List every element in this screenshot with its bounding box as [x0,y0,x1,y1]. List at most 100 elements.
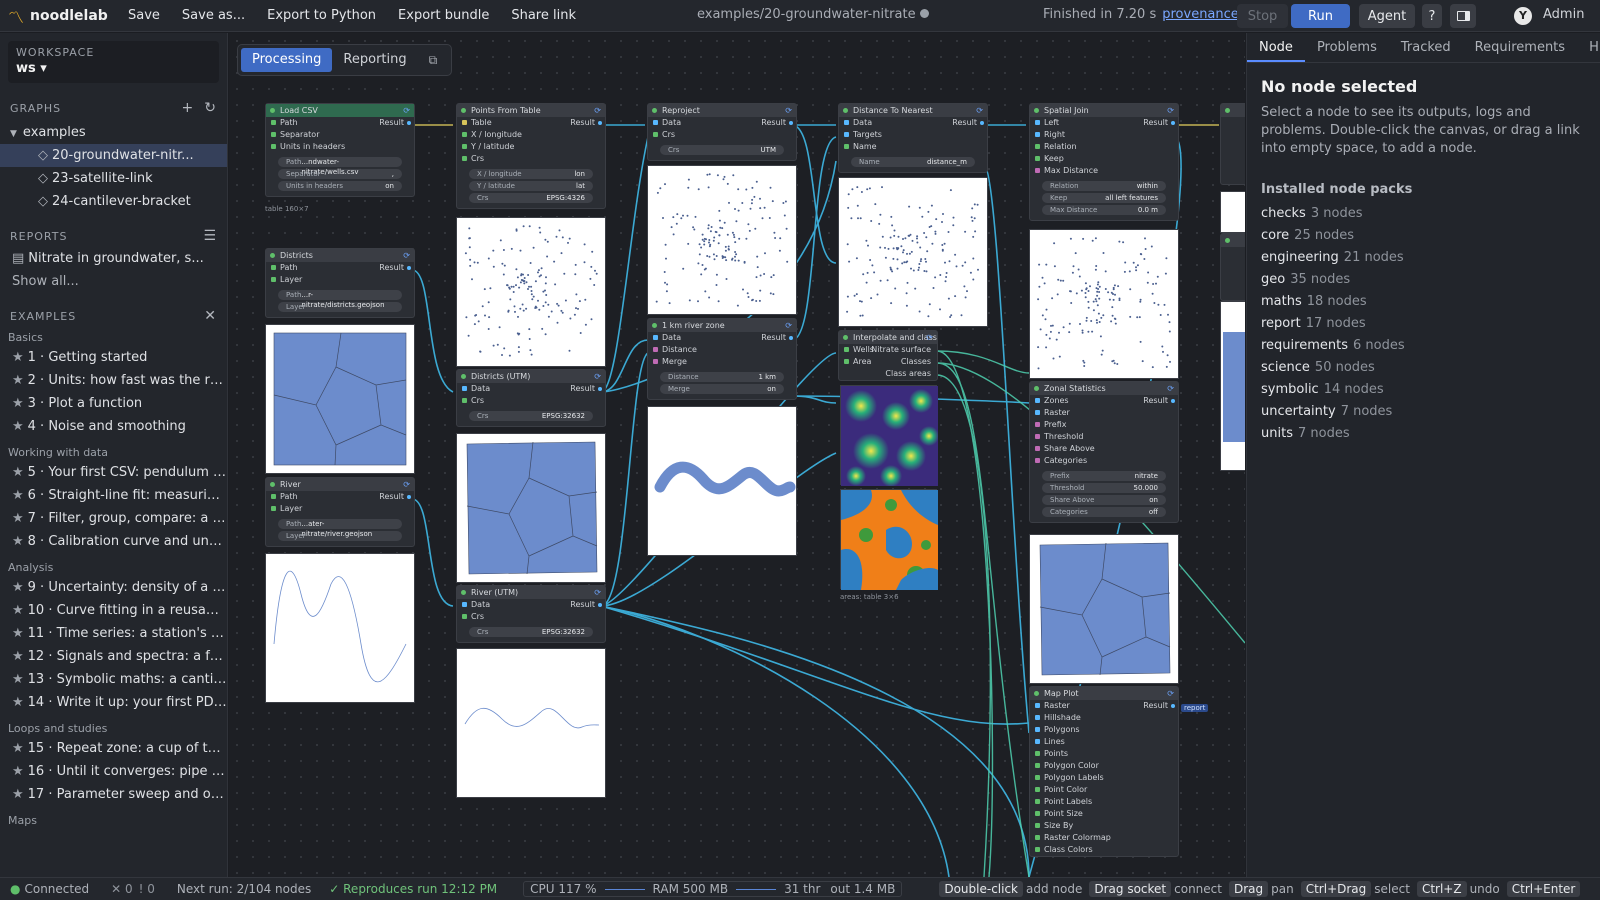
example-item[interactable]: ★ 12 · Signals and spectra: a fa... [0,645,227,668]
node-header[interactable]: Interpolate and class ⟳ [839,331,937,344]
node-port[interactable]: Left Result [1030,117,1178,129]
node-header[interactable] [1221,234,1245,247]
node-header[interactable]: 1 km river zone ⟳ [648,319,796,332]
node-port[interactable]: Path Result [266,117,414,129]
node-port[interactable]: Point Size [1030,808,1178,820]
node-pack-item[interactable]: maths 18 nodes [1261,291,1586,313]
node-offscreen[interactable] [1220,103,1245,185]
sync-icon[interactable]: ⟳ [594,370,601,383]
example-item[interactable]: ★ 4 · Noise and smoothing [0,415,227,438]
node-pack-item[interactable]: units 7 nodes [1261,423,1586,445]
node-pack-item[interactable]: checks 3 nodes [1261,203,1586,225]
add-graph-icon[interactable]: + [182,100,195,116]
node-port[interactable]: Data Result [648,117,796,129]
example-item[interactable]: ★ 1 · Getting started [0,346,227,369]
sync-icon[interactable]: ⟳ [1167,104,1174,117]
node-field[interactable]: Crs EPSG:4326 [469,193,593,203]
node-port[interactable]: Targets [839,129,987,141]
example-item[interactable]: ★ 16 · Until it converges: pipe fr... [0,760,227,783]
node-field[interactable]: Crs EPSG:32632 [469,411,593,421]
node-interpolate-and-class[interactable]: Interpolate and class ⟳ Wells Nitrate surf… [838,330,938,381]
node-header[interactable]: River (UTM) ⟳ [457,586,605,599]
node-districts[interactable]: Districts ⟳ Path Result Layer Path ...r-nit… [265,248,415,318]
example-item[interactable]: ★ 2 · Units: how fast was the run? [0,369,227,392]
node-port[interactable]: Polygon Color [1030,760,1178,772]
node-toggle[interactable]: Merge on [660,384,784,394]
node-field[interactable]: Crs EPSG:32632 [469,627,593,637]
tree-folder-examples[interactable]: ▼ examples [0,121,227,144]
node-field[interactable]: Distance 1 km [660,372,784,382]
node-zonal-statistics[interactable]: Zonal Statistics ⟳ Zones Result Raster Pre… [1029,381,1179,523]
node-port[interactable]: Lines [1030,736,1178,748]
sync-icon[interactable]: ⟳ [1167,382,1174,395]
workspace-selector[interactable]: WORKSPACE ws ▾ [8,41,219,83]
node-port[interactable]: Share Above [1030,443,1178,455]
sync-icon[interactable]: ⟳ [785,104,792,117]
duplicate-icon[interactable]: ⧉ [418,48,449,72]
example-item[interactable]: ★ 13 · Symbolic maths: a cantil... [0,668,227,691]
report-item[interactable]: ▤ Nitrate in groundwater, s... [0,247,227,270]
output-port[interactable]: Nitrate surface [871,344,931,356]
node-port[interactable]: Path Result [266,491,414,503]
output-port[interactable]: Result [379,117,411,129]
output-port[interactable]: Result [570,599,602,611]
example-item[interactable]: ★ 9 · Uncertainty: density of a c... [0,576,227,599]
node-port[interactable]: Area Classes [839,356,937,368]
example-item[interactable]: ★ 14 · Write it up: your first PDF... [0,691,227,714]
output-port[interactable]: Result [1143,700,1175,712]
node-port[interactable]: Crs [457,395,605,407]
node-port[interactable]: Polygons [1030,724,1178,736]
sync-icon[interactable]: ⟳ [594,104,601,117]
graph-canvas[interactable]: Processing Reporting ⧉ Load CSV ⟳ Path R… [229,33,1245,877]
node-port[interactable]: Raster Colormap [1030,832,1178,844]
node-select[interactable]: Keep all left features [1042,193,1166,203]
show-all-link[interactable]: Show all... [0,270,227,293]
refresh-icon[interactable]: ↻ [204,100,217,116]
node-port[interactable]: Crs [457,153,605,165]
user-name[interactable]: Admin [1543,7,1584,22]
node-port[interactable]: Data Result [457,599,605,611]
node-port[interactable]: Separator [266,129,414,141]
app-logo[interactable]: 〽 noodlelab [0,4,120,28]
sync-icon[interactable]: ⟳ [976,104,983,117]
node-header[interactable]: Spatial Join ⟳ [1030,104,1178,117]
save-button[interactable]: Save [128,8,160,23]
graph-item[interactable]: ◇ 20-groundwater-nitr... [0,144,227,167]
node-load-csv[interactable]: Load CSV ⟳ Path Result Separator Units in … [265,103,415,197]
output-port[interactable]: Result [1143,395,1175,407]
node-field[interactable]: Max Distance 0.0 m [1042,205,1166,215]
node-port[interactable]: Hillshade [1030,712,1178,724]
node-field[interactable]: Name distance_m [851,157,975,167]
node-port[interactable]: Max Distance [1030,165,1178,177]
node-pack-item[interactable]: report 17 nodes [1261,313,1586,335]
node-port[interactable]: Name [839,141,987,153]
node-header[interactable]: Load CSV ⟳ [266,104,414,117]
tab-node[interactable]: Node [1247,33,1305,62]
node-pack-item[interactable]: symbolic 14 nodes [1261,379,1586,401]
export-bundle-button[interactable]: Export bundle [398,8,489,23]
list-menu-icon[interactable]: ☰ [203,228,217,244]
node-pack-item[interactable]: geo 35 nodes [1261,269,1586,291]
tab-reporting[interactable]: Reporting [332,48,417,72]
node-header[interactable]: Districts (UTM) ⟳ [457,370,605,383]
output-port[interactable]: Result [761,332,793,344]
node-toggle[interactable]: Categories off [1042,507,1166,517]
node-port[interactable]: Size By [1030,820,1178,832]
output-port[interactable]: Result [379,262,411,274]
sync-icon[interactable]: ⟳ [403,249,410,262]
tab-more[interactable]: H [1577,33,1600,62]
toggle-panel-button[interactable] [1450,4,1476,28]
example-item[interactable]: ★ 8 · Calibration curve and unk... [0,530,227,553]
avatar[interactable]: Y [1514,7,1532,25]
node-toggle[interactable]: Share Above on [1042,495,1166,505]
node-header[interactable]: Districts ⟳ [266,249,414,262]
node-river[interactable]: River ⟳ Path Result Layer Path ...ater-nitr… [265,477,415,547]
node-port[interactable]: Point Labels [1030,796,1178,808]
node-header[interactable]: Reproject ⟳ [648,104,796,117]
example-item[interactable]: ★ 10 · Curve fitting in a reusabl... [0,599,227,622]
node-port[interactable]: Crs [457,611,605,623]
node-port[interactable]: Layer [266,274,414,286]
example-item[interactable]: ★ 11 · Time series: a station's c... [0,622,227,645]
node-spatial-join[interactable]: Spatial Join ⟳ Left Result Right Relation … [1029,103,1179,221]
node-port[interactable]: Crs [648,129,796,141]
